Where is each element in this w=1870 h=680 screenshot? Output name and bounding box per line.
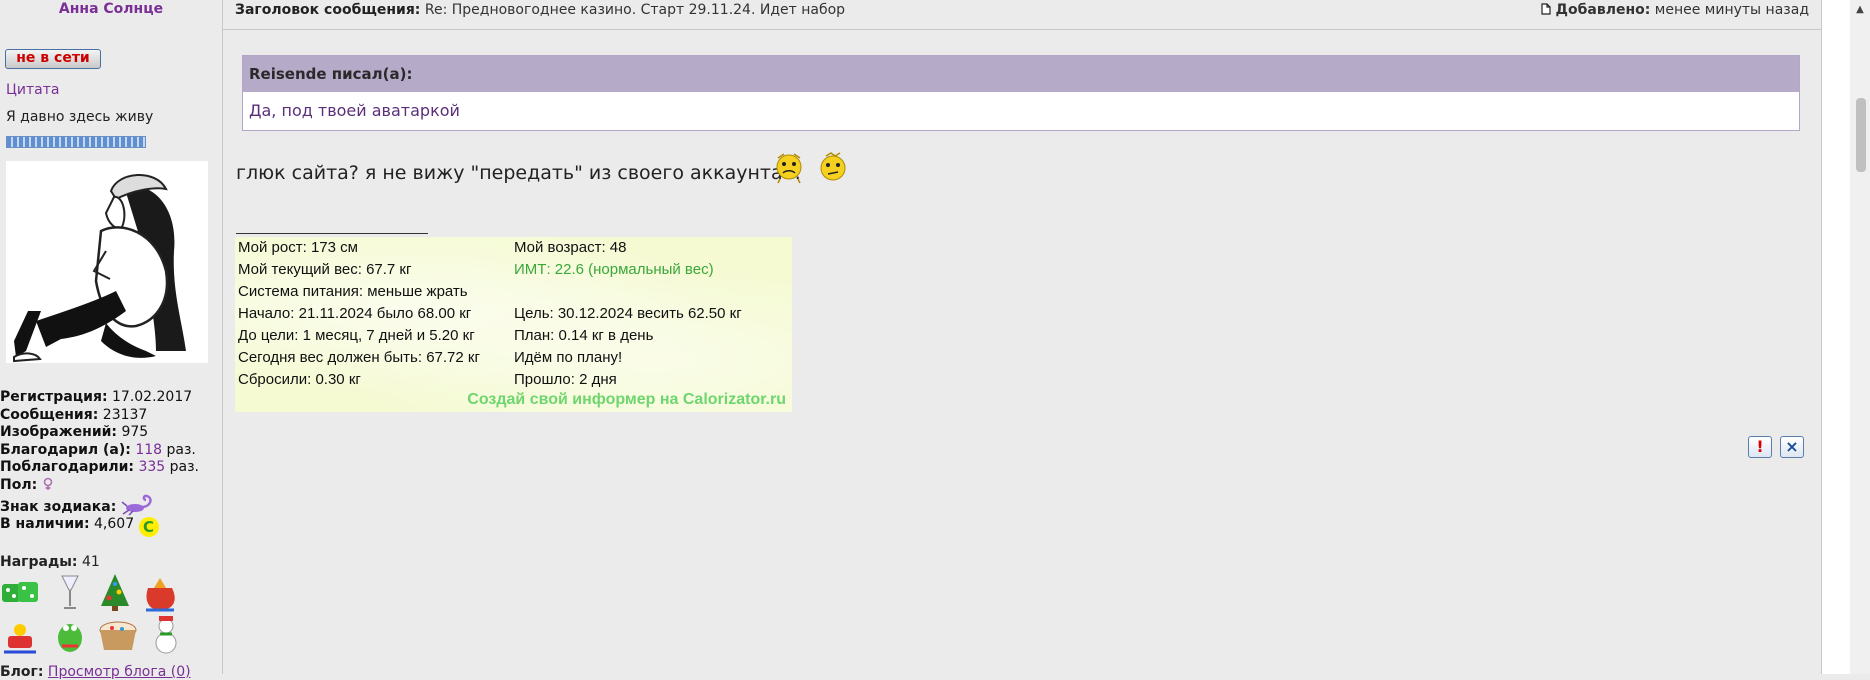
rank-bar <box>6 136 146 148</box>
informer-diet: Система питания: меньше жрать <box>238 283 468 300</box>
post-subject: Заголовок сообщения: Re: Предновогоднее … <box>235 2 846 18</box>
informer-age: Мой возраст: 48 <box>514 239 627 256</box>
cake-award-icon[interactable] <box>96 614 137 654</box>
delete-button[interactable]: × <box>1780 436 1804 458</box>
username[interactable]: Анна Солнце <box>0 0 222 18</box>
informer-passed: Прошло: 2 дня <box>514 371 617 388</box>
page-margin <box>1822 0 1850 674</box>
calorizator-informer[interactable]: Мой рост: 173 см Мой возраст: 48 Мой тек… <box>235 237 792 412</box>
dice-award-icon[interactable] <box>0 572 40 612</box>
snowman-award-icon[interactable] <box>146 612 186 654</box>
online-status-button[interactable]: не в сети <box>5 49 101 69</box>
thanked-by-row: Поблагодарили: 335 раз. <box>0 459 200 475</box>
informer-weight: Мой текущий вес: 67.7 кг <box>238 261 412 278</box>
confused-smiley-icon <box>818 150 848 184</box>
thanked-link[interactable]: 118 <box>135 442 162 458</box>
avatar-drawing <box>6 161 208 363</box>
dragon-award-icon[interactable] <box>48 612 88 652</box>
informer-plan: План: 0.14 кг в день <box>514 327 654 344</box>
post-added: Добавлено: менее минуты назад <box>1541 2 1809 18</box>
user-stats: Регистрация: 17.02.2017 Сообщения: 23137… <box>0 389 199 538</box>
quote-text: Да, под твоей аватаркой <box>249 101 460 120</box>
informer-height: Мой рост: 173 см <box>238 239 358 256</box>
scroll-up-arrow-icon[interactable]: ▲ <box>1850 0 1870 20</box>
christmas-tree-award-icon[interactable] <box>95 572 135 612</box>
user-profile-sidebar: Анна Солнце не в сети Цитата Я давно зде… <box>0 0 223 680</box>
informer-credit-link[interactable]: Создай свой информер на Calorizator.ru <box>467 391 786 409</box>
quote-link[interactable]: Цитата <box>6 82 59 98</box>
scrollbar-thumb[interactable] <box>1856 98 1866 172</box>
report-button[interactable]: ! <box>1748 436 1772 458</box>
gender-row: Пол: <box>0 477 199 495</box>
scorpio-icon <box>121 494 152 516</box>
informer-goal: Цель: 30.12.2024 весить 62.50 кг <box>514 305 742 322</box>
signature-divider <box>236 233 428 234</box>
coin-icon: C <box>138 517 159 537</box>
awards-label: Награды: 41 <box>0 554 100 570</box>
crying-smiley-icon <box>774 150 804 184</box>
informer-lost: Сбросили: 0.30 кг <box>238 371 361 388</box>
images-row: Изображений: 975 <box>0 424 149 440</box>
post-header: Заголовок сообщения: Re: Предновогоднее … <box>223 0 1821 30</box>
informer-on-plan: Идём по плану! <box>514 349 623 366</box>
view-blog-link[interactable]: Просмотр блога (0) <box>48 664 191 680</box>
user-rank-text: Я давно здесь живу <box>6 109 154 125</box>
informer-start: Начало: 21.11.2024 было 68.00 кг <box>238 305 472 322</box>
gift-sack-award-icon[interactable] <box>138 570 178 612</box>
avatar[interactable] <box>6 161 208 363</box>
sled-award-icon[interactable] <box>0 616 40 656</box>
champagne-glass-award-icon[interactable] <box>50 572 90 612</box>
informer-to-goal: До цели: 1 месяц, 7 дней и 5.20 кг <box>238 327 475 344</box>
registration-row: Регистрация: 17.02.2017 <box>0 389 193 405</box>
posts-row: Сообщения: 23137 <box>0 406 148 423</box>
informer-bmi: ИМТ: 22.6 (нормальный вес) <box>514 261 714 278</box>
thanked-row: Благодарил (а): 118 раз. <box>0 441 196 458</box>
quote-block: Reisende писал(а): Да, под твоей аватарк… <box>242 55 1800 131</box>
female-icon <box>43 477 52 490</box>
zodiac-row: Знак зодиака: <box>0 494 199 516</box>
thanked-by-link[interactable]: 335 <box>138 459 165 475</box>
balance-row: В наличии: 4,607 C <box>0 516 199 538</box>
informer-today: Сегодня вес должен быть: 67.72 кг <box>238 349 480 366</box>
quote-author: Reisende писал(а): <box>243 56 1799 92</box>
vertical-scrollbar[interactable]: ▲ <box>1850 0 1870 674</box>
blog-row: Блог: Просмотр блога (0) <box>0 664 191 680</box>
document-icon <box>1541 3 1551 15</box>
post-body-text: глюк сайта? я не вижу "передать" из свое… <box>236 162 801 184</box>
